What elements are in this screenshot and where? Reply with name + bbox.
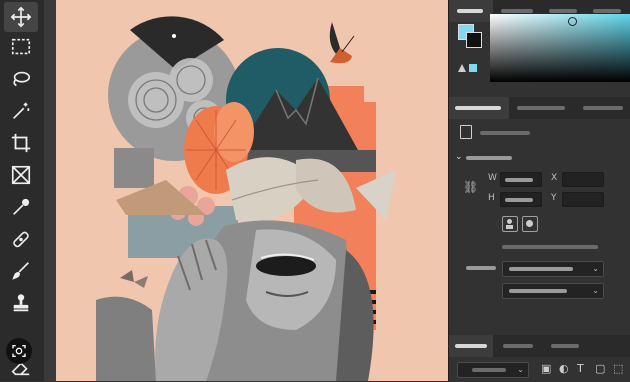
link-icon[interactable]: ⛓ [463,180,478,194]
color-picker-cursor[interactable] [568,17,577,26]
tools-toolbar [0,0,44,381]
eyedropper-tool-button[interactable] [4,192,38,222]
y-label: Y [551,193,557,203]
artboard-icon[interactable]: ⬚ [613,362,623,375]
background-color-swatch[interactable] [466,32,482,48]
tab-libraries[interactable] [575,97,630,119]
tab-paths[interactable] [543,335,587,357]
crop-tool-button[interactable] [4,128,38,158]
properties-panel-tabs [449,97,630,119]
chevron-down-icon: ⌄ [592,286,599,295]
frame-tool-button[interactable] [4,160,38,190]
width-label: W [488,173,497,183]
option-label [502,245,598,249]
height-field[interactable] [500,192,542,207]
web-safe-swatch[interactable] [469,64,477,72]
tab-channels[interactable] [493,335,543,357]
y-field[interactable] [562,192,604,207]
right-panels: ⌄ ⛓ W X H Y ⌄ ⌄ ⌄ ▣ ◐ T ▢ ⬚ [448,0,630,381]
tab-properties[interactable] [449,97,509,119]
stamp-icon [13,294,29,312]
image-icon[interactable]: ▣ [541,362,551,375]
transform-section-header [466,156,512,160]
document-canvas[interactable] [56,0,448,381]
chevron-down-icon: ⌄ [517,365,524,374]
clone-stamp-tool-button[interactable] [4,288,38,318]
x-field[interactable] [562,172,604,187]
brush-icon [12,262,29,280]
eyedropper-icon [13,198,30,215]
magic-wand-tool-button[interactable] [4,96,38,126]
bandage-icon [13,231,29,248]
person-icon[interactable] [502,216,518,232]
toolbar-divider [44,0,56,381]
shape-icon[interactable]: ▢ [595,362,605,375]
butterfly-top [329,22,355,64]
type-icon[interactable]: T [577,362,584,375]
lasso-tool-button[interactable] [4,64,38,94]
layer-filter-dropdown[interactable]: ⌄ [457,362,529,378]
lasso-icon [13,71,31,87]
lens-icon [12,345,26,357]
layers-panel-tabs [449,335,630,357]
blend-mode-label [466,266,496,270]
marquee-icon [11,38,31,55]
frame-icon [11,165,31,185]
height-label: H [488,193,495,203]
layer-type-label [480,131,530,135]
document-icon [460,125,472,139]
chevron-down-icon: ⌄ [592,264,599,273]
circle-half-icon[interactable]: ◐ [559,362,569,375]
chevron-down-icon[interactable]: ⌄ [455,152,463,162]
move-icon [10,6,32,28]
magic-wand-icon [13,102,30,119]
healing-brush-tool-button[interactable] [4,224,38,254]
blend-mode-dropdown[interactable]: ⌄ [502,261,604,277]
butterfly-small [120,270,148,288]
brush-tool-button[interactable] [4,256,38,286]
opacity-dropdown[interactable]: ⌄ [502,283,604,299]
move-tool-button[interactable] [4,2,38,32]
tab-color[interactable] [449,0,493,22]
marquee-tool-button[interactable] [4,32,38,62]
warning-icon[interactable] [458,64,466,72]
visual-search-button[interactable] [6,338,32,364]
image-icon[interactable] [522,216,538,232]
x-label: X [551,173,558,183]
crop-icon [11,133,31,153]
tab-layers[interactable] [449,335,493,357]
width-field[interactable] [500,172,542,187]
tab-adjustments[interactable] [509,97,575,119]
collage-artwork [96,16,396,381]
color-picker-field[interactable] [490,14,630,82]
